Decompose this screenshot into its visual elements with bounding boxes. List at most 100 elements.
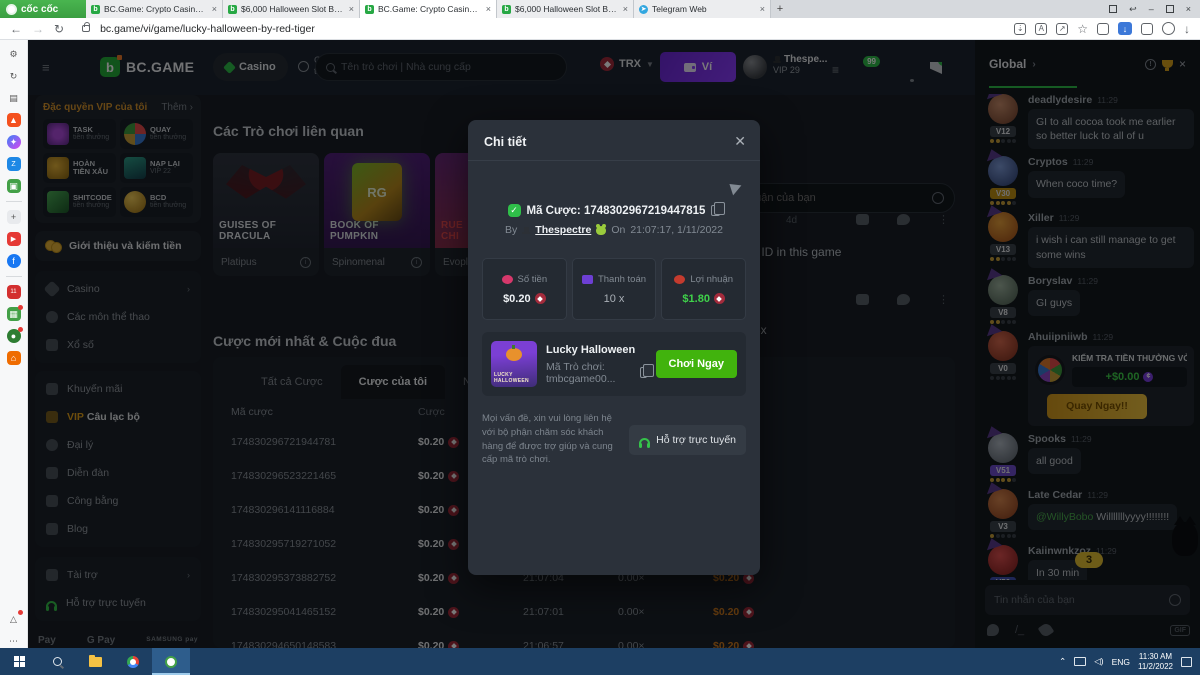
hot-trends-icon[interactable]: ▲ xyxy=(7,113,21,127)
search-icon xyxy=(53,657,62,666)
reload-icon[interactable]: ↻ xyxy=(54,23,64,35)
network-icon[interactable] xyxy=(1074,657,1086,666)
downloads-icon[interactable]: ↓ xyxy=(1184,23,1190,35)
tophat-emoji-icon xyxy=(522,227,530,234)
player-name[interactable]: Thespectre xyxy=(535,224,591,236)
chrome-app[interactable] xyxy=(114,648,152,675)
messenger-icon[interactable]: ✦ xyxy=(7,135,21,149)
browser-tab-3-active[interactable]: bBC.Game: Crypto Casino Gan× xyxy=(360,0,497,18)
divider xyxy=(6,201,22,202)
game-id: Mã Trò chơi: tmbcgame00... xyxy=(546,361,635,385)
gift-icon[interactable]: ▦ xyxy=(7,307,21,321)
games-icon[interactable]: ▣ xyxy=(7,179,21,193)
cart-icon[interactable]: ⌂ xyxy=(7,351,21,365)
amount-coins-icon xyxy=(502,275,513,284)
back-icon[interactable]: ← xyxy=(10,23,22,35)
clock[interactable]: 11:30 AM11/2/2022 xyxy=(1138,652,1173,672)
language-indicator[interactable]: ENG xyxy=(1112,657,1130,667)
browser-tab-5[interactable]: ➤Telegram Web× xyxy=(634,0,771,18)
coccoc-brand: cốc cốc xyxy=(0,0,86,18)
bcgame-favicon: b xyxy=(365,5,374,14)
headset-icon xyxy=(639,438,650,445)
browser-tab-2[interactable]: b$6,000 Halloween Slot Battle× xyxy=(223,0,360,18)
video-download-icon[interactable]: ↓ xyxy=(1118,22,1132,35)
coccoc-logo-icon xyxy=(6,4,17,15)
add-shortcut-icon[interactable]: + xyxy=(7,210,21,224)
bcgame-page: ≡ b BC.GAME Casino Các mônthể thao TRX ▼ xyxy=(28,40,1200,648)
coccoc-app-active[interactable] xyxy=(152,648,190,675)
live-support-button[interactable]: Hỗ trợ trực tuyến xyxy=(629,425,746,455)
brand-label: cốc cốc xyxy=(21,4,58,15)
extensions-puzzle-icon[interactable] xyxy=(1141,23,1153,35)
browser-profile-icon[interactable] xyxy=(1162,22,1175,35)
stat-amount: Số tiền $0.20 xyxy=(482,258,567,320)
forward-icon[interactable]: → xyxy=(32,23,44,35)
bet-datetime: 21:07:17, 1/11/2022 xyxy=(630,224,723,236)
facebook-icon[interactable]: f xyxy=(7,254,21,268)
game-title: Lucky Halloween xyxy=(546,344,647,356)
volume-icon[interactable]: ◁) xyxy=(1094,656,1103,667)
maximize-button[interactable] xyxy=(1166,5,1174,13)
translate-icon[interactable]: A xyxy=(1035,23,1047,35)
pumpkin-art xyxy=(506,348,522,361)
start-button[interactable] xyxy=(0,648,38,675)
url-text[interactable]: bc.game/vi/game/lucky-halloween-by-red-t… xyxy=(100,23,1004,35)
close-tab-icon[interactable]: × xyxy=(623,4,628,14)
address-bar: ← → ↻ bc.game/vi/game/lucky-halloween-by… xyxy=(0,18,1200,40)
lock-icon[interactable] xyxy=(82,25,90,32)
file-explorer[interactable] xyxy=(76,648,114,675)
adblock-shield-icon[interactable] xyxy=(1097,23,1109,35)
divider xyxy=(6,276,22,277)
action-center-icon[interactable] xyxy=(1181,657,1192,667)
history-icon[interactable]: ↻ xyxy=(7,69,21,83)
bcgame-favicon: b xyxy=(502,5,511,14)
settings-gear-icon[interactable]: ⚙ xyxy=(7,47,21,61)
windows-taskbar: ⌃ ◁) ENG 11:30 AM11/2/2022 xyxy=(0,648,1200,675)
modal-close-icon[interactable]: ✕ xyxy=(734,133,746,150)
zalo-icon[interactable]: Z xyxy=(7,157,21,171)
copy-icon[interactable] xyxy=(711,205,720,216)
close-tab-icon[interactable]: × xyxy=(486,4,491,14)
verified-icon: ✓ xyxy=(508,204,521,217)
close-tab-icon[interactable]: × xyxy=(349,4,354,14)
coccoc-icon xyxy=(165,656,177,668)
shopping-sale-icon[interactable]: 11 xyxy=(7,285,21,299)
game-thumbnail[interactable]: LUCKY HALLOWEEN xyxy=(491,341,537,387)
frog-emoji-icon xyxy=(596,226,606,235)
divider xyxy=(468,160,760,161)
share-icon[interactable] xyxy=(729,181,743,196)
close-tab-icon[interactable]: × xyxy=(212,4,217,14)
support-help-text: Mọi vấn đề, xin vui lòng liên hệ với bộ … xyxy=(482,412,621,467)
browser-tab-1[interactable]: bBC.Game: Crypto Casino Gan× xyxy=(86,0,223,18)
bcgame-favicon: b xyxy=(228,5,237,14)
more-options-icon[interactable]: ⋯ xyxy=(7,634,21,648)
tray-expand-icon[interactable]: ⌃ xyxy=(1059,656,1066,667)
close-window-button[interactable]: × xyxy=(1186,4,1191,14)
sports-ball-icon[interactable]: ● xyxy=(7,329,21,343)
stat-profit: Lợi nhuận $1.80 xyxy=(661,258,746,320)
payment-card-icon xyxy=(582,275,593,284)
share-page-icon[interactable]: ↗ xyxy=(1056,23,1068,35)
chrome-icon xyxy=(127,656,139,668)
reading-list-icon[interactable]: ▤ xyxy=(7,91,21,105)
bet-id: 1748302967219447815 xyxy=(584,205,706,217)
notifications-bell-icon[interactable]: △ xyxy=(7,612,21,626)
telegram-favicon: ➤ xyxy=(639,5,648,14)
trx-token-icon xyxy=(535,293,546,304)
browser-tab-4[interactable]: b$6,000 Halloween Slot Battle× xyxy=(497,0,634,18)
bookmark-star-icon[interactable]: ☆ xyxy=(1077,23,1088,35)
stat-payout: Thanh toán 10 x xyxy=(572,258,657,320)
play-now-button[interactable]: Chơi Ngay xyxy=(656,350,738,378)
taskbar-search[interactable] xyxy=(38,648,76,675)
copy-icon[interactable] xyxy=(640,367,647,378)
screen: cốc cốc bBC.Game: Crypto Casino Gan× b$6… xyxy=(0,0,1200,675)
new-tab-button[interactable]: + xyxy=(771,0,789,18)
bet-details-modal: Chi tiết ✕ ✓ Mã Cược: 174830296721944781… xyxy=(468,120,760,575)
tab-search-icon[interactable] xyxy=(1109,5,1117,13)
close-tab-icon[interactable]: × xyxy=(760,4,765,14)
youtube-icon[interactable]: ▶ xyxy=(7,232,21,246)
browser-tab-strip: cốc cốc bBC.Game: Crypto Casino Gan× b$6… xyxy=(0,0,1200,18)
minimize-button[interactable]: – xyxy=(1149,4,1154,14)
send-to-device-icon[interactable]: ⇣ xyxy=(1014,23,1026,35)
recent-tabs-icon[interactable]: ↩ xyxy=(1129,4,1137,15)
